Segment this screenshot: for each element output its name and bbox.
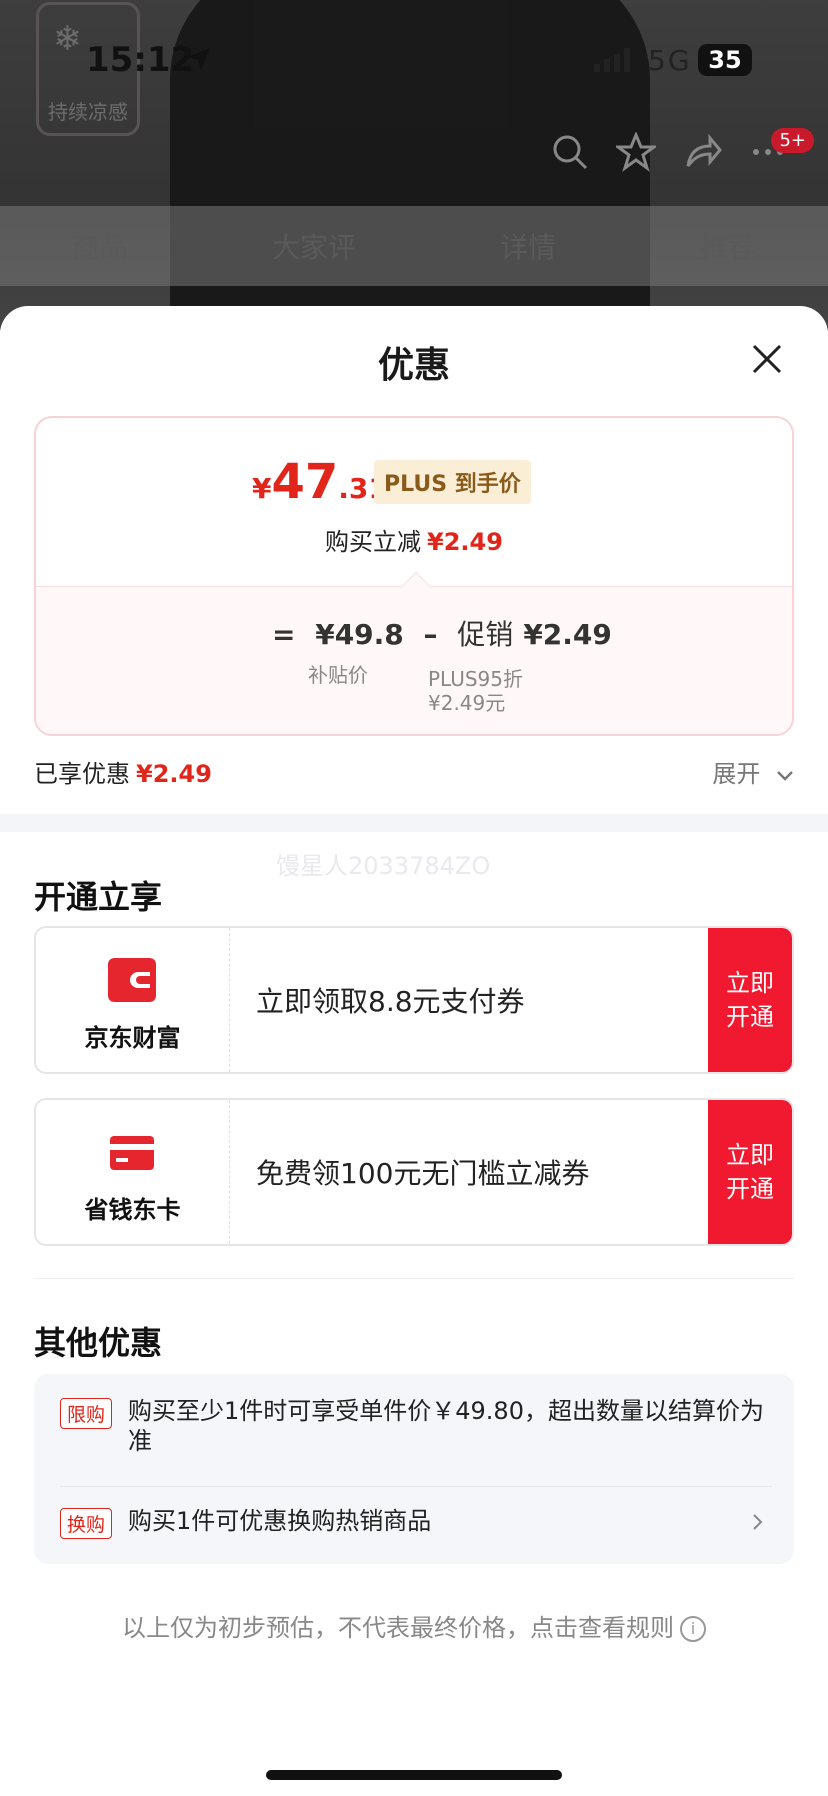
promo-brand-name: 京东财富 <box>84 1024 181 1052</box>
sheet-title: 优惠 <box>377 345 450 386</box>
section-divider <box>0 814 828 832</box>
search-icon[interactable] <box>550 132 590 172</box>
wallet-icon <box>108 958 156 1002</box>
open-now-button[interactable]: 立即开通 <box>708 1100 792 1244</box>
chevron-down-icon <box>777 771 793 781</box>
chevron-right-icon[interactable] <box>750 1514 766 1530</box>
info-icon[interactable]: i <box>680 1616 706 1642</box>
tab-product[interactable]: 商品 <box>72 226 128 266</box>
status-bar: 15:12 5G 35 <box>0 0 828 120</box>
share-icon[interactable] <box>682 132 722 172</box>
promo-brand: 省钱东卡 <box>36 1100 230 1244</box>
watermark: 馒星人2033784ZO <box>276 852 491 880</box>
status-time: 15:12 <box>86 40 195 80</box>
network-type: 5G <box>648 44 692 77</box>
promo-description: 免费领100元无门槛立减券 <box>256 1157 590 1190</box>
price-summary: ¥47.31 PLUS 到手价 购买立减 ¥2.49 <box>36 418 792 586</box>
promo-card-jd-wealth[interactable]: 京东财富 立即领取8.8元支付券 立即开通 <box>34 926 794 1074</box>
open-now-button[interactable]: 立即开通 <box>708 928 792 1072</box>
home-indicator <box>266 1770 562 1780</box>
exchange-tag: 换购 <box>60 1508 113 1539</box>
battery-indicator: 35 <box>698 44 752 76</box>
limit-text: 购买至少1件时可享受单件价￥49.80，超出数量以结算价为准 <box>128 1397 764 1455</box>
background-tabs: 商品 大家评 详情 推荐 <box>0 206 828 286</box>
exchange-text: 购买1件可优惠换购热销商品 <box>128 1507 432 1535</box>
cart-badge: 5+ <box>771 128 814 153</box>
row-divider <box>60 1486 772 1487</box>
promo-card-savings-card[interactable]: 省钱东卡 免费领100元无门槛立减券 立即开通 <box>34 1098 794 1246</box>
discount-sheet: 优惠 ¥47.31 PLUS 到手价 购买立减 ¥2.49 = ¥49.8 – 促… <box>0 306 828 1796</box>
price-breakdown: = ¥49.8 – 促销 ¥2.49 补贴价 PLUS95折 ¥2.49元 <box>36 586 792 734</box>
rules-note[interactable]: 以上仅为初步预估，不代表最终价格，点击查看规则 i <box>0 1608 828 1643</box>
final-price: ¥47.31 <box>252 454 388 510</box>
location-arrow-icon <box>188 48 210 70</box>
limit-tag: 限购 <box>60 1398 113 1429</box>
rule-row-limit: 限购 购买至少1件时可享受单件价￥49.80，超出数量以结算价为准 <box>60 1396 772 1466</box>
promo-brand: 京东财富 <box>36 928 230 1072</box>
other-section-title: 其他优惠 <box>34 1324 163 1362</box>
open-section-title: 开通立享 <box>34 878 163 916</box>
rule-row-exchange[interactable]: 换购 购买1件可优惠换购热销商品 <box>60 1506 772 1542</box>
tab-details[interactable]: 详情 <box>500 226 556 266</box>
price-formula: = ¥49.8 – 促销 ¥2.49 <box>272 618 612 651</box>
expand-button[interactable]: 展开 <box>712 754 794 789</box>
price-card: ¥47.31 PLUS 到手价 购买立减 ¥2.49 = ¥49.8 – 促销 ¥2… <box>34 416 794 736</box>
plus-discount-value: ¥2.49元 <box>428 691 506 715</box>
star-icon[interactable] <box>616 132 656 172</box>
promo-description: 立即领取8.8元支付券 <box>256 985 525 1018</box>
card-icon <box>110 1136 154 1170</box>
tab-recommend[interactable]: 推荐 <box>700 226 756 266</box>
top-action-icons <box>550 132 788 172</box>
plus-price-tag: PLUS 到手价 <box>374 460 531 504</box>
enjoyed-discount: 已享优惠 ¥2.49 <box>34 760 212 788</box>
other-discounts: 限购 购买至少1件时可享受单件价￥49.80，超出数量以结算价为准 换购 购买1… <box>34 1374 794 1564</box>
signal-icon <box>594 48 630 72</box>
instant-reduction: 购买立减 ¥2.49 <box>325 528 503 556</box>
promo-brand-name: 省钱东卡 <box>84 1196 181 1224</box>
tab-reviews[interactable]: 大家评 <box>272 226 356 266</box>
subsidy-label: 补贴价 <box>308 663 368 687</box>
close-icon[interactable] <box>750 342 784 376</box>
section-separator <box>34 1278 794 1279</box>
